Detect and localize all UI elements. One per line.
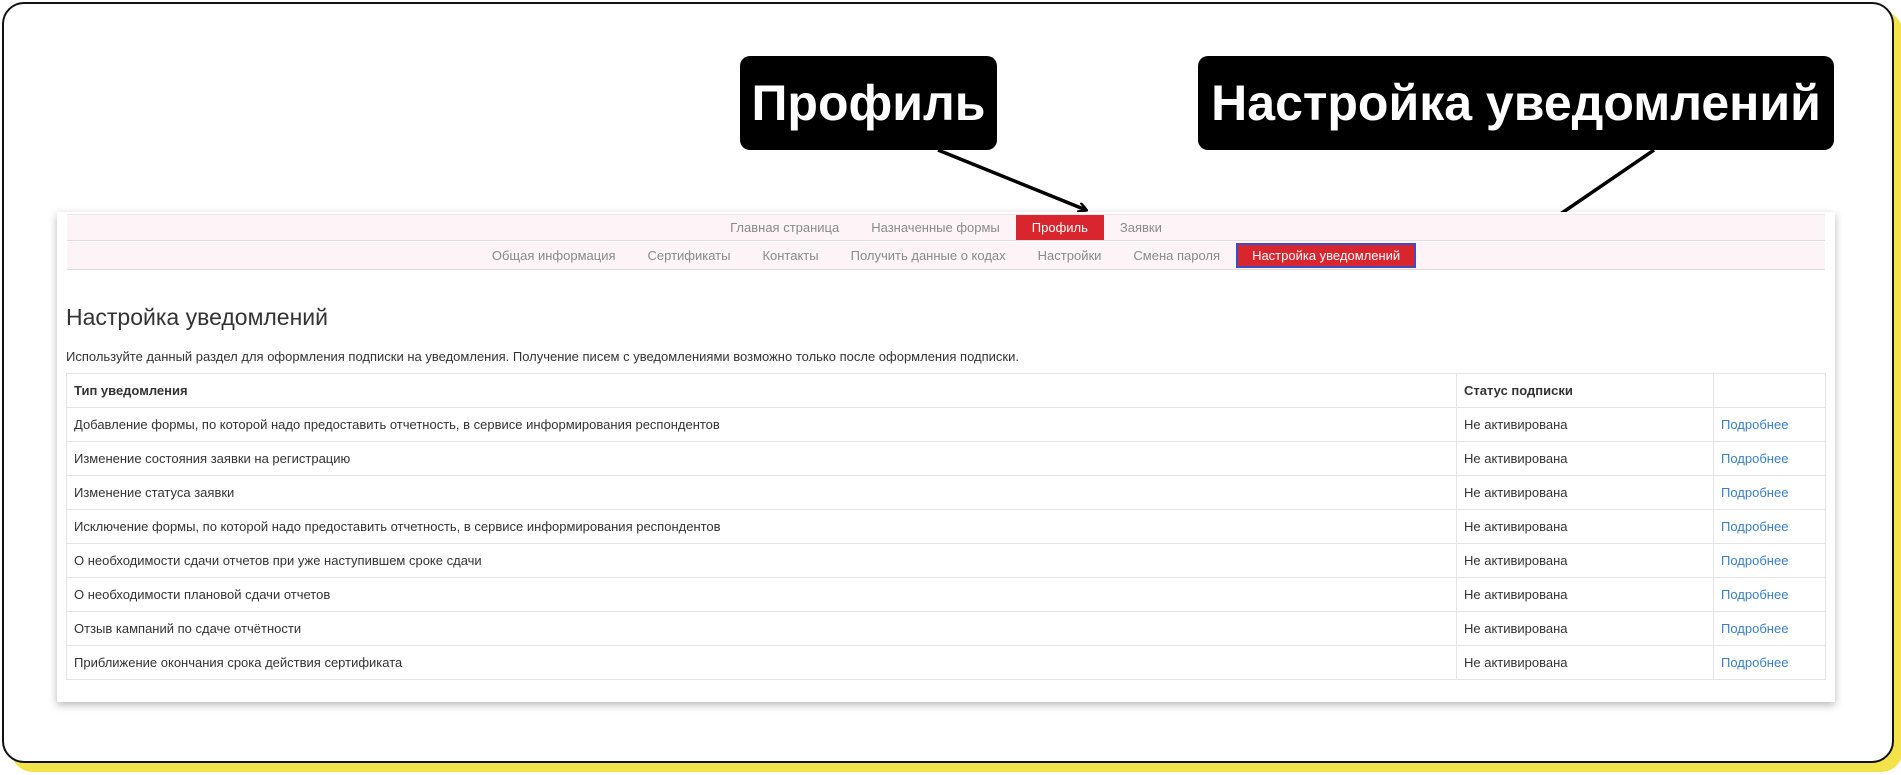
action-cell: Подробнее bbox=[1713, 509, 1826, 544]
details-link[interactable]: Подробнее bbox=[1721, 519, 1788, 534]
profile-subnavigation: Общая информация Сертификаты Контакты Получ… bbox=[67, 242, 1825, 270]
subnav-tab-3[interactable]: Получить данные о кодах bbox=[835, 243, 1022, 268]
notification-type: Добавление формы, по которой надо предос… bbox=[66, 407, 1457, 442]
notification-type: Изменение статуса заявки bbox=[66, 475, 1457, 510]
notification-type: Отзыв кампаний по сдаче отчётности bbox=[66, 611, 1457, 646]
action-cell: Подробнее bbox=[1713, 645, 1826, 680]
action-cell: Подробнее bbox=[1713, 611, 1826, 646]
table-row: О необходимости сдачи отчетов при уже на… bbox=[66, 543, 1826, 578]
nav-tab-0[interactable]: Главная страница bbox=[714, 215, 855, 240]
notification-type: Приближение окончания срока действия сер… bbox=[66, 645, 1457, 680]
nav-tab-1[interactable]: Назначенные формы bbox=[855, 215, 1016, 240]
table-row: Добавление формы, по которой надо предос… bbox=[66, 407, 1826, 442]
header-notification-type: Тип уведомления bbox=[66, 373, 1457, 408]
details-link[interactable]: Подробнее bbox=[1721, 655, 1788, 670]
subscription-status: Не активирована bbox=[1456, 441, 1714, 476]
table-row: Исключение формы, по которой надо предос… bbox=[66, 509, 1826, 544]
notifications-table: Тип уведомления Статус подписки Добавлен… bbox=[66, 373, 1826, 680]
table-row: О необходимости плановой сдачи отчетов Не… bbox=[66, 577, 1826, 612]
main-navigation: Главная страница Назначенные формы Профиль… bbox=[67, 214, 1825, 241]
subscription-status: Не активирована bbox=[1456, 577, 1714, 612]
notification-type: О необходимости сдачи отчетов при уже на… bbox=[66, 543, 1457, 578]
subscription-status: Не активирована bbox=[1456, 475, 1714, 510]
header-action bbox=[1713, 373, 1826, 408]
action-cell: Подробнее bbox=[1713, 441, 1826, 476]
action-cell: Подробнее bbox=[1713, 475, 1826, 510]
details-link[interactable]: Подробнее bbox=[1721, 417, 1788, 432]
table-row: Отзыв кампаний по сдаче отчётности Не акт… bbox=[66, 611, 1826, 646]
callout-profile: Профиль bbox=[740, 56, 997, 150]
notification-type: Изменение состояния заявки на регистраци… bbox=[66, 441, 1457, 476]
subnav-tab-1[interactable]: Сертификаты bbox=[632, 243, 747, 268]
table-row: Изменение статуса заявки Не активирована П… bbox=[66, 475, 1826, 510]
table-row: Изменение состояния заявки на регистраци… bbox=[66, 441, 1826, 476]
page-title: Настройка уведомлений bbox=[66, 304, 328, 330]
table-header-row: Тип уведомления Статус подписки bbox=[66, 373, 1826, 408]
header-subscription-status: Статус подписки bbox=[1456, 373, 1714, 408]
subnav-tab-0[interactable]: Общая информация bbox=[476, 243, 632, 268]
action-cell: Подробнее bbox=[1713, 407, 1826, 442]
details-link[interactable]: Подробнее bbox=[1721, 553, 1788, 568]
details-link[interactable]: Подробнее bbox=[1721, 621, 1788, 636]
app-screenshot: Главная страница Назначенные формы Профиль… bbox=[57, 212, 1835, 702]
notification-type: Исключение формы, по которой надо предос… bbox=[66, 509, 1457, 544]
table-row: Приближение окончания срока действия сер… bbox=[66, 645, 1826, 680]
subnav-tab-5[interactable]: Смена пароля bbox=[1117, 243, 1236, 268]
subscription-status: Не активирована bbox=[1456, 611, 1714, 646]
subnav-tab-6-active[interactable]: Настройка уведомлений bbox=[1236, 243, 1417, 268]
subscription-status: Не активирована bbox=[1456, 645, 1714, 680]
action-cell: Подробнее bbox=[1713, 577, 1826, 612]
subnav-tab-4[interactable]: Настройки bbox=[1022, 243, 1118, 268]
page-intro: Используйте данный раздел для оформления… bbox=[66, 349, 1019, 364]
subnav-tab-2[interactable]: Контакты bbox=[746, 243, 834, 268]
callout-notifications: Настройка уведомлений bbox=[1198, 56, 1834, 150]
notification-type: О необходимости плановой сдачи отчетов bbox=[66, 577, 1457, 612]
subscription-status: Не активирована bbox=[1456, 509, 1714, 544]
details-link[interactable]: Подробнее bbox=[1721, 485, 1788, 500]
nav-tab-2-active[interactable]: Профиль bbox=[1015, 215, 1104, 240]
details-link[interactable]: Подробнее bbox=[1721, 451, 1788, 466]
nav-tab-3[interactable]: Заявки bbox=[1104, 215, 1178, 240]
action-cell: Подробнее bbox=[1713, 543, 1826, 578]
details-link[interactable]: Подробнее bbox=[1721, 587, 1788, 602]
subscription-status: Не активирована bbox=[1456, 543, 1714, 578]
subscription-status: Не активирована bbox=[1456, 407, 1714, 442]
